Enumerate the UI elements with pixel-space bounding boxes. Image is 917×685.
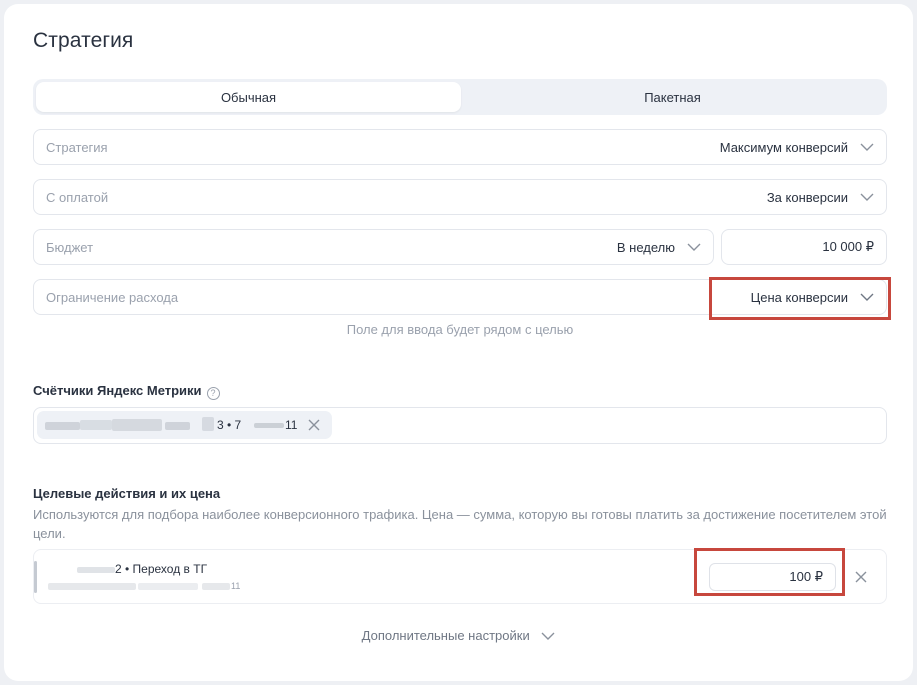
goal-name: 2 • Переход в ТГ (115, 562, 208, 576)
chevron-down-icon (687, 242, 701, 252)
strategy-select-value: Максимум конверсий (719, 139, 848, 155)
redacted-block (202, 583, 230, 590)
goal-price-value: 100 ₽ (789, 569, 823, 584)
chevron-down-icon (860, 292, 874, 302)
budget-period-select[interactable]: Бюджет В неделю (33, 229, 714, 265)
more-settings-label: Дополнительные настройки (361, 628, 530, 643)
redacted-block (112, 419, 162, 431)
more-settings-button[interactable]: Дополнительные настройки (0, 628, 917, 644)
budget-label: Бюджет (46, 239, 94, 255)
redacted-block (138, 583, 198, 590)
payment-select-label: С оплатой (46, 189, 109, 205)
close-icon[interactable] (854, 570, 868, 584)
spend-limit-label: Ограничение расхода (46, 289, 179, 305)
chevron-down-icon (860, 142, 874, 152)
counters-title: Счётчики Яндекс Метрики? (33, 383, 220, 400)
spend-limit-value: Цена конверсии (750, 289, 848, 305)
tab-regular[interactable]: Обычная (36, 82, 461, 112)
redacted-block (80, 420, 112, 430)
goal-row-marker (34, 561, 37, 593)
tab-package[interactable]: Пакетная (461, 82, 884, 112)
goals-description: Используются для подбора наиболее конвер… (33, 507, 887, 541)
strategy-select[interactable]: Стратегия Максимум конверсий (33, 129, 887, 165)
strategy-select-label: Стратегия (46, 139, 108, 155)
goal-sub: 11 (231, 581, 241, 591)
chevron-down-icon (541, 629, 555, 644)
spend-limit-hint: Поле для ввода будет рядом с целью (346, 322, 574, 337)
spend-limit-select[interactable]: Ограничение расхода Цена конверсии (33, 279, 887, 315)
redacted-block (165, 422, 190, 430)
redacted-block (48, 583, 136, 590)
budget-period-value: В неделю (616, 239, 675, 255)
help-icon[interactable]: ? (206, 387, 220, 400)
goal-price-input[interactable]: 100 ₽ (709, 563, 836, 591)
counter-chip-suffix: 11 (285, 418, 298, 432)
redacted-block (77, 567, 115, 573)
goals-title: Целевые действия и их цена (33, 486, 221, 501)
page-title: Стратегия (33, 29, 134, 52)
payment-select-value: За конверсии (766, 189, 848, 205)
counter-chip: 3 • 7 11 (37, 411, 332, 439)
strategy-type-switch: Обычная Пакетная (33, 79, 887, 115)
chevron-down-icon (860, 192, 874, 202)
close-icon[interactable] (307, 418, 321, 432)
redacted-block (254, 423, 284, 428)
counter-chip-text: 3 • 7 (217, 418, 242, 432)
payment-select[interactable]: С оплатой За конверсии (33, 179, 887, 215)
redacted-block (45, 422, 80, 430)
budget-amount-input[interactable]: 10 000 ₽ (721, 229, 887, 265)
budget-amount-value: 10 000 ₽ (822, 239, 874, 254)
redacted-block (202, 417, 214, 431)
counters-title-text: Счётчики Яндекс Метрики (33, 383, 202, 398)
